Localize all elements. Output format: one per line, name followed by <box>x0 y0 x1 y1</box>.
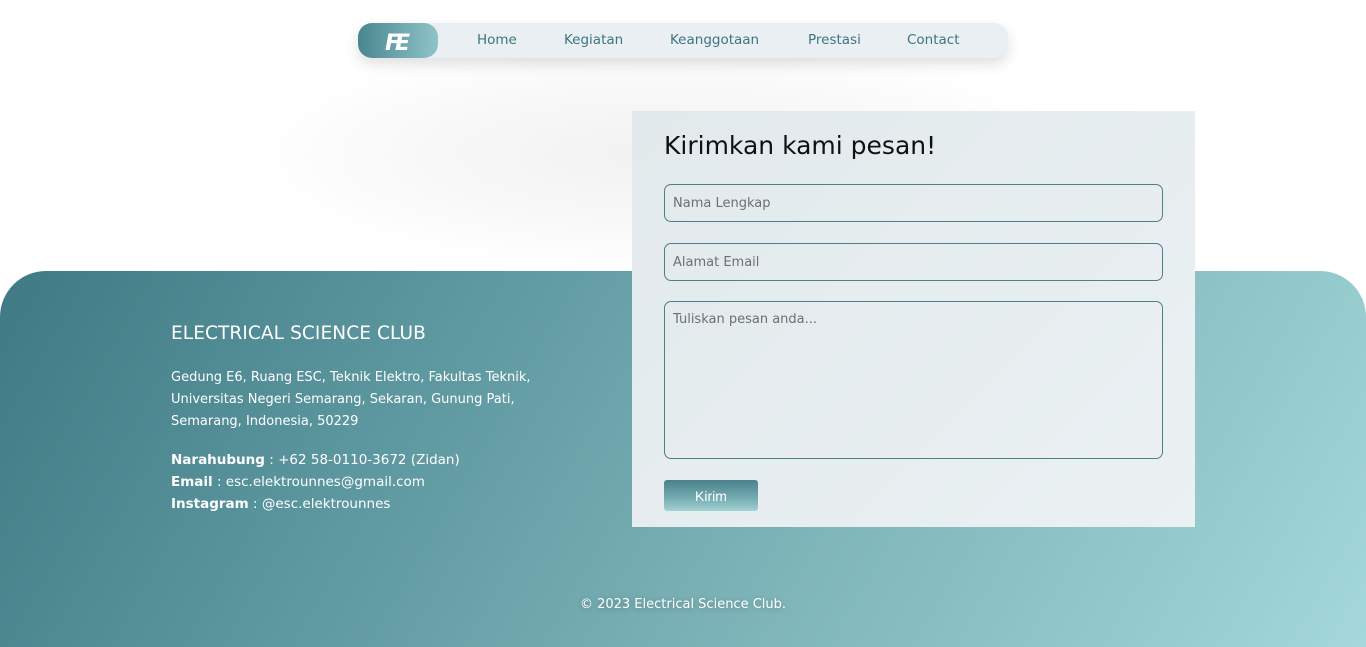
contact-instagram-value: @esc.elektrounnes <box>261 496 391 512</box>
footer-address-line: Semarang, Indonesia, 50229 <box>171 414 359 429</box>
contact-form: Kirimkan kami pesan! Kirim <box>632 111 1195 527</box>
contact-row-email: Email : esc.elektrounnes@gmail.com <box>171 471 460 493</box>
form-title: Kirimkan kami pesan! <box>664 131 937 160</box>
nav-link-contact[interactable]: Contact <box>907 32 960 48</box>
logo-text: FE <box>385 31 410 52</box>
contact-label: Email <box>171 474 213 490</box>
navbar: FE Home Kegiatan Keanggotaan Prestasi Co… <box>358 23 1008 58</box>
submit-button[interactable]: Kirim <box>664 480 758 511</box>
footer-org-name: ELECTRICAL SCIENCE CLUB <box>171 323 426 344</box>
contact-separator: : <box>212 474 226 490</box>
message-textarea[interactable] <box>664 301 1163 459</box>
nav-link-prestasi[interactable]: Prestasi <box>808 32 861 48</box>
contact-separator: : <box>264 452 279 468</box>
logo-button[interactable]: FE <box>358 23 438 58</box>
nav-link-kegiatan[interactable]: Kegiatan <box>564 32 623 48</box>
nav-link-home[interactable]: Home <box>477 32 517 48</box>
name-input[interactable] <box>664 184 1163 222</box>
contact-label: Instagram <box>171 496 249 512</box>
footer-contacts: Narahubung : +62 58-0110-3672 (Zidan) Em… <box>171 449 460 515</box>
contact-email-value: esc.elektrounnes@gmail.com <box>225 474 425 490</box>
contact-row-instagram: Instagram : @esc.elektrounnes <box>171 493 460 515</box>
email-input[interactable] <box>664 243 1163 281</box>
page: ELECTRICAL SCIENCE CLUB Gedung E6, Ruang… <box>0 0 1366 647</box>
footer-address: Gedung E6, Ruang ESC, Teknik Elektro, Fa… <box>171 367 531 433</box>
nav-link-keanggotaan[interactable]: Keanggotaan <box>670 32 759 48</box>
contact-separator: : <box>248 496 262 512</box>
contact-row-phone: Narahubung : +62 58-0110-3672 (Zidan) <box>171 449 460 471</box>
footer-address-line: Gedung E6, Ruang ESC, Teknik Elektro, Fa… <box>171 370 531 385</box>
contact-label: Narahubung <box>171 452 265 468</box>
contact-phone-value: +62 58-0110-3672 (Zidan) <box>278 452 460 468</box>
copyright-text: © 2023 Electrical Science Club. <box>579 597 787 612</box>
logo-icon: FE <box>385 31 411 52</box>
footer-address-line: Universitas Negeri Semarang, Sekaran, Gu… <box>171 392 515 407</box>
